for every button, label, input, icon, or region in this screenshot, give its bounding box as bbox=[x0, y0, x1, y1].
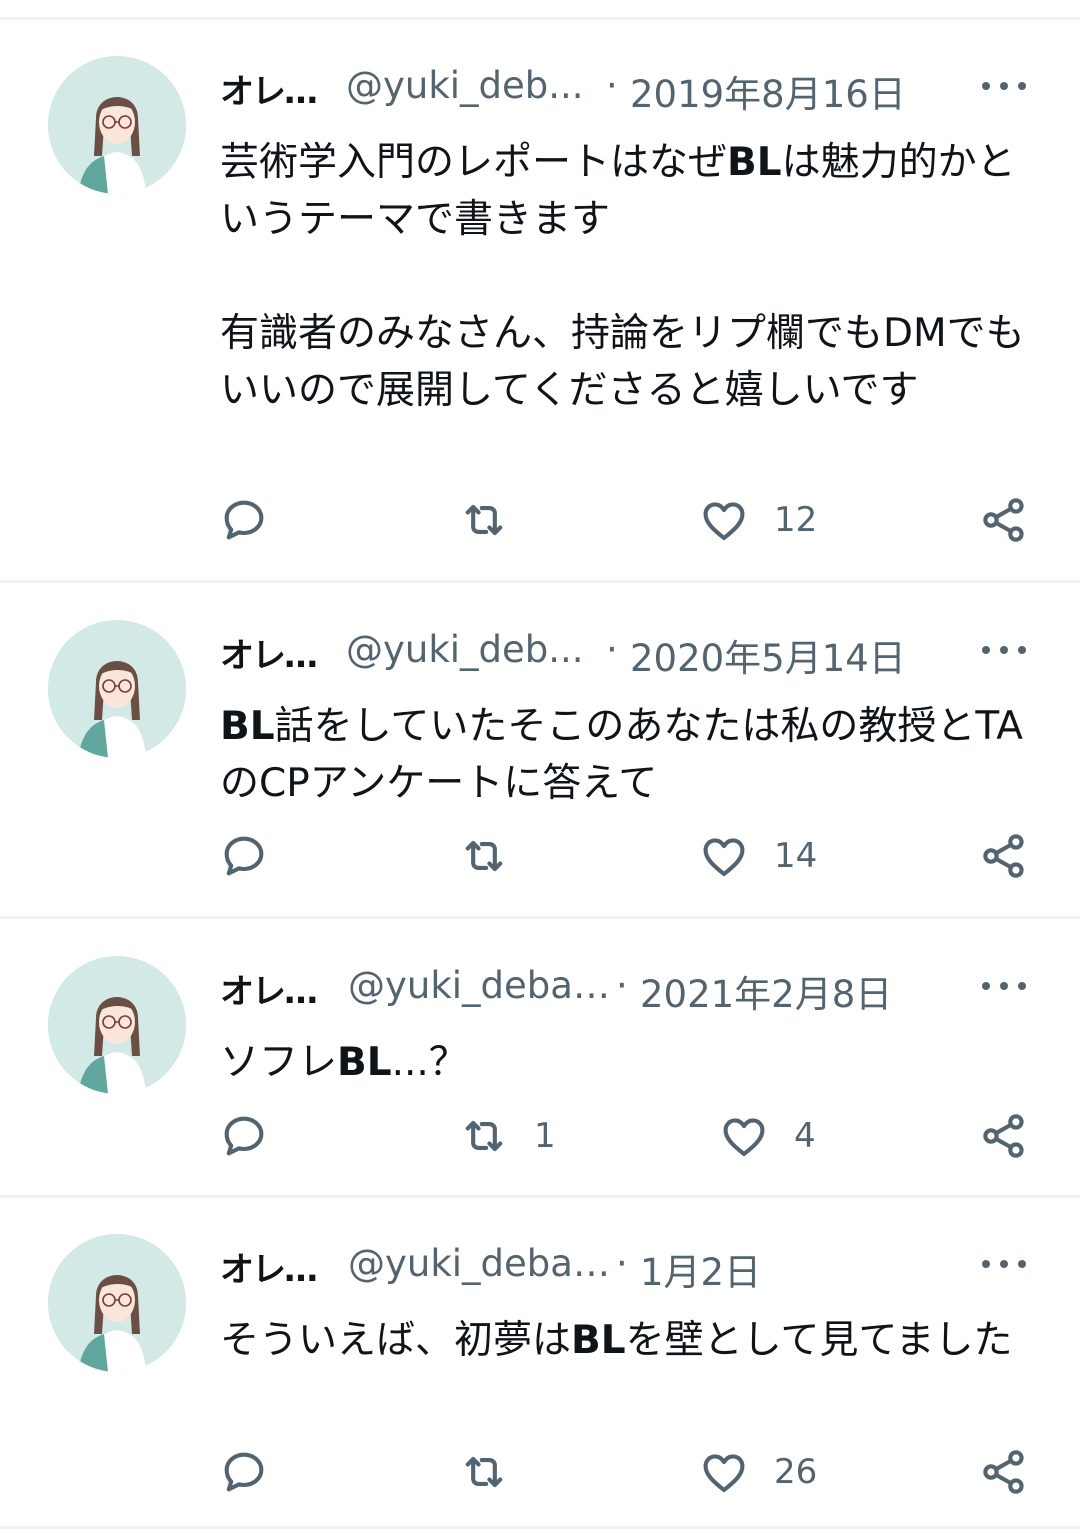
avatar-illustration bbox=[48, 620, 186, 758]
user-handle[interactable]: @yuki_debate bbox=[348, 964, 610, 1007]
avatar-illustration bbox=[48, 56, 186, 194]
avatar-illustration bbox=[48, 956, 186, 1094]
retweet-button[interactable] bbox=[458, 1442, 534, 1502]
retweet-button[interactable] bbox=[458, 490, 534, 550]
like-count: 12 bbox=[774, 500, 818, 540]
tweet-text: BL話をしていたそこのあなたは私の教授とTAのCPアンケートに答えて bbox=[220, 698, 1040, 812]
tweet-date[interactable]: 2019年8月16日 bbox=[630, 64, 906, 118]
tweet-text: そういえば、初夢はBLを壁として見てました bbox=[220, 1312, 1040, 1369]
display-name[interactable]: オレユ... bbox=[220, 628, 320, 677]
retweet-button[interactable]: 1 bbox=[458, 1106, 556, 1166]
tweet-text-part: 話をしていたそこのあなたは私の教授とTAのCPアンケートに答えて bbox=[220, 704, 1023, 806]
tweet-text-bold: BL bbox=[337, 1040, 392, 1085]
like-icon bbox=[703, 502, 745, 541]
like-count: 14 bbox=[774, 836, 818, 876]
reply-button[interactable] bbox=[218, 490, 294, 550]
tweet-header: オレユキー! @yuki_debate · 1月2日 bbox=[220, 1242, 1040, 1294]
tweet-text: ソフレBL...？ bbox=[220, 1034, 1040, 1091]
more-horizontal-icon[interactable] bbox=[982, 630, 1026, 670]
like-button[interactable]: 26 bbox=[698, 1442, 817, 1502]
tweet[interactable]: オレユ... @yuki_deb... · 2019年8月16日 芸術学入門のレ… bbox=[0, 20, 1080, 580]
user-handle[interactable]: @yuki_deb... bbox=[346, 64, 586, 107]
separator: · bbox=[606, 64, 618, 107]
share-icon bbox=[983, 834, 1024, 878]
action-bar: 26 bbox=[0, 1442, 1080, 1502]
tweet-text-bold: BL bbox=[727, 140, 782, 185]
tweet-text-part: そういえば、初夢は bbox=[220, 1318, 572, 1363]
share-button[interactable] bbox=[978, 826, 1030, 886]
like-button[interactable]: 4 bbox=[718, 1106, 816, 1166]
display-name[interactable]: オレユキー! bbox=[220, 1242, 342, 1291]
action-bar: 1 4 bbox=[0, 1106, 1080, 1166]
tweet-divider bbox=[0, 580, 1080, 583]
tweet-date[interactable]: 2021年2月8日 bbox=[640, 964, 892, 1018]
avatar[interactable] bbox=[48, 620, 186, 758]
retweet-icon bbox=[465, 840, 503, 872]
like-icon bbox=[703, 1454, 745, 1493]
reply-button[interactable] bbox=[218, 1106, 294, 1166]
display-name[interactable]: オレユ... bbox=[220, 64, 320, 113]
separator: · bbox=[616, 964, 628, 1007]
tweet-text-part: 芸術学入門のレポートはなぜ bbox=[220, 140, 728, 185]
like-icon bbox=[723, 1118, 765, 1157]
reply-icon bbox=[224, 1116, 264, 1156]
share-button[interactable] bbox=[978, 1442, 1030, 1502]
reply-button[interactable] bbox=[218, 826, 294, 886]
tweet-text-bold: BL bbox=[571, 1318, 626, 1363]
tweet-text-part: ソフレ bbox=[220, 1040, 338, 1085]
reply-icon bbox=[224, 836, 264, 876]
share-button[interactable] bbox=[978, 1106, 1030, 1166]
tweet-text: 芸術学入門のレポートはなぜBLは魅力的かというテーマで書きます 有識者のみなさん… bbox=[220, 134, 1040, 419]
like-icon bbox=[703, 838, 745, 877]
share-icon bbox=[983, 498, 1024, 542]
share-button[interactable] bbox=[978, 490, 1030, 550]
avatar[interactable] bbox=[48, 1234, 186, 1372]
user-handle[interactable]: @yuki_deb... bbox=[346, 628, 586, 671]
display-name[interactable]: オレユキー! bbox=[220, 964, 342, 1013]
share-icon bbox=[983, 1450, 1024, 1494]
more-horizontal-icon[interactable] bbox=[982, 966, 1026, 1006]
user-handle[interactable]: @yuki_debate bbox=[348, 1242, 610, 1285]
tweet-date[interactable]: 1月2日 bbox=[640, 1242, 761, 1296]
tweet-text-part: を壁として見てました bbox=[625, 1318, 1013, 1363]
action-bar: 14 bbox=[0, 826, 1080, 886]
retweet-count: 1 bbox=[534, 1116, 556, 1156]
more-horizontal-icon[interactable] bbox=[982, 1244, 1026, 1284]
tweet-header: オレユキー! @yuki_debate · 2021年2月8日 bbox=[220, 964, 1040, 1016]
reply-button[interactable] bbox=[218, 1442, 294, 1502]
avatar[interactable] bbox=[48, 56, 186, 194]
like-count: 4 bbox=[794, 1116, 816, 1156]
separator: · bbox=[606, 628, 618, 671]
share-icon bbox=[983, 1114, 1024, 1158]
separator: · bbox=[616, 1242, 628, 1285]
tweet-text-part: ...？ bbox=[391, 1040, 468, 1085]
retweet-icon bbox=[465, 1120, 503, 1152]
reply-icon bbox=[224, 1452, 264, 1492]
like-button[interactable]: 12 bbox=[698, 490, 817, 550]
tweet-text-bold: BL bbox=[220, 704, 275, 749]
tweet-date[interactable]: 2020年5月14日 bbox=[630, 628, 906, 682]
tweet[interactable]: オレユ... @yuki_deb... · 2020年5月14日 BL話をしてい… bbox=[0, 584, 1080, 916]
action-bar: 12 bbox=[0, 490, 1080, 550]
like-count: 26 bbox=[774, 1452, 818, 1492]
tweet-divider bbox=[0, 916, 1080, 919]
retweet-icon bbox=[465, 1456, 503, 1488]
tweet-header: オレユ... @yuki_deb... · 2020年5月14日 bbox=[220, 628, 1040, 680]
retweet-icon bbox=[465, 504, 503, 536]
reply-icon bbox=[224, 500, 264, 540]
tweet-header: オレユ... @yuki_deb... · 2019年8月16日 bbox=[220, 64, 1040, 116]
avatar[interactable] bbox=[48, 956, 186, 1094]
like-button[interactable]: 14 bbox=[698, 826, 817, 886]
retweet-button[interactable] bbox=[458, 826, 534, 886]
tweet[interactable]: オレユキー! @yuki_debate · 1月2日 そういえば、初夢はBLを壁… bbox=[0, 1198, 1080, 1526]
tweet[interactable]: オレユキー! @yuki_debate · 2021年2月8日 ソフレBL...… bbox=[0, 920, 1080, 1196]
more-horizontal-icon[interactable] bbox=[982, 66, 1026, 106]
avatar-illustration bbox=[48, 1234, 186, 1372]
